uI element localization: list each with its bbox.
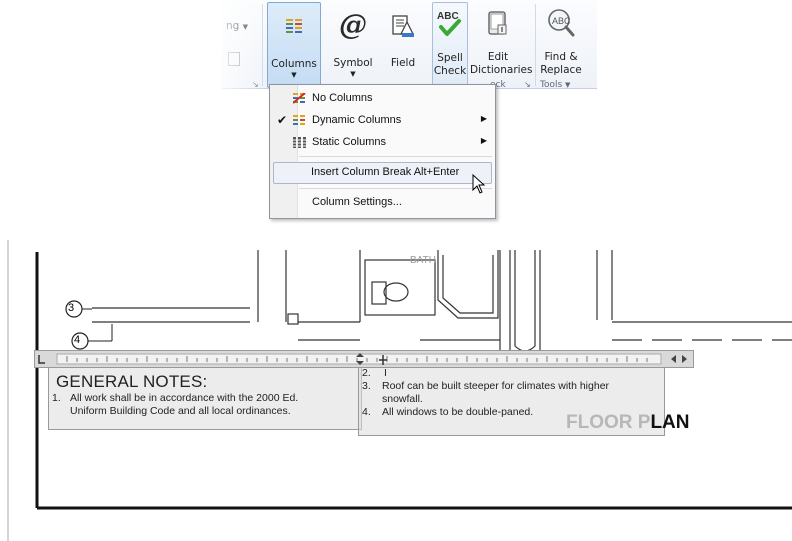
spell-check-icon: ABC	[437, 11, 461, 36]
dropdown-arrow-icon: ▼	[565, 81, 571, 89]
chevron-down-icon: ▼	[350, 70, 356, 78]
group-launcher-icon[interactable]: ↘	[252, 80, 259, 89]
static-columns-icon	[293, 137, 306, 148]
no-columns-icon	[293, 93, 306, 104]
svg-text:ABC: ABC	[552, 16, 571, 26]
chevron-down-icon: ▼	[291, 71, 297, 79]
ribbon-panel: ng ▼ ↘ Columns ▼ @ Symbol ▼ Field ABC Sp…	[222, 0, 597, 90]
group-separator	[535, 4, 536, 86]
note-item-3-cont: snowfall.	[382, 393, 423, 405]
at-symbol-icon: @	[339, 8, 367, 41]
field-icon	[392, 15, 415, 37]
callout-3-number: 3	[68, 302, 75, 314]
drawing-canvas[interactable]: BATH 3 4 GENERAL NOTES: 1. All work shal…	[0, 230, 792, 541]
menu-item-static-columns[interactable]: Static Columns ▶	[272, 132, 493, 153]
floor-plan-title: FLOOR PLAN	[566, 412, 690, 433]
edit-dictionaries-button[interactable]: Edit Dictionaries	[470, 2, 533, 86]
cut-ribbon-label[interactable]: ng ▼	[226, 20, 248, 32]
columns-icon	[286, 19, 302, 33]
field-button[interactable]: Field	[384, 2, 422, 86]
callout-4-number: 4	[74, 334, 81, 346]
room-label: BATH	[410, 255, 436, 266]
group-label-tools[interactable]: Tools ▼	[540, 80, 570, 90]
menu-item-dynamic-columns[interactable]: ✔ Dynamic Columns ▶	[272, 110, 493, 131]
menu-separator	[299, 156, 492, 157]
columns-dropdown-menu: No Columns ✔ Dynamic Columns ▶ Static Co…	[269, 84, 496, 219]
columns-button[interactable]: Columns ▼	[267, 2, 321, 88]
mouse-cursor-icon	[472, 174, 486, 194]
find-replace-icon: ABC	[548, 9, 575, 37]
submenu-arrow-icon: ▶	[480, 136, 487, 145]
find-replace-button[interactable]: ABC Find & Replace	[539, 2, 583, 86]
menu-item-no-columns[interactable]: No Columns	[272, 88, 493, 109]
group-separator	[262, 4, 263, 86]
menu-separator	[299, 188, 492, 189]
text-cursor-icon: I	[384, 367, 387, 379]
notes-title: GENERAL NOTES:	[56, 372, 208, 391]
note-item-1: 1. All work shall be in accordance with …	[52, 392, 299, 417]
resize-arrows-icon	[671, 355, 687, 363]
note-item-2: 2. I	[362, 367, 387, 379]
note-item-3: 3. Roof can be built steeper for climate…	[362, 380, 610, 392]
submenu-arrow-icon: ▶	[480, 114, 487, 123]
menu-item-column-settings[interactable]: Column Settings...	[272, 192, 493, 213]
symbol-button[interactable]: @ Symbol ▼	[332, 2, 374, 86]
dictionary-icon	[488, 11, 507, 35]
checkmark-icon: ✔	[277, 113, 288, 127]
menu-item-insert-column-break[interactable]: Insert Column Break Alt+Enter	[273, 162, 492, 184]
mtext-ruler[interactable]	[34, 350, 694, 368]
tab-stop-icon	[38, 355, 45, 364]
style-icon[interactable]	[228, 52, 240, 66]
svg-text:ABC: ABC	[437, 11, 459, 22]
spell-check-button[interactable]: ABC Spell Check	[432, 2, 468, 88]
ruler-ticks	[38, 353, 687, 365]
dynamic-columns-icon	[293, 115, 305, 125]
group-launcher-icon[interactable]: ↘	[524, 80, 531, 89]
dropdown-arrow-icon: ▼	[242, 23, 249, 31]
